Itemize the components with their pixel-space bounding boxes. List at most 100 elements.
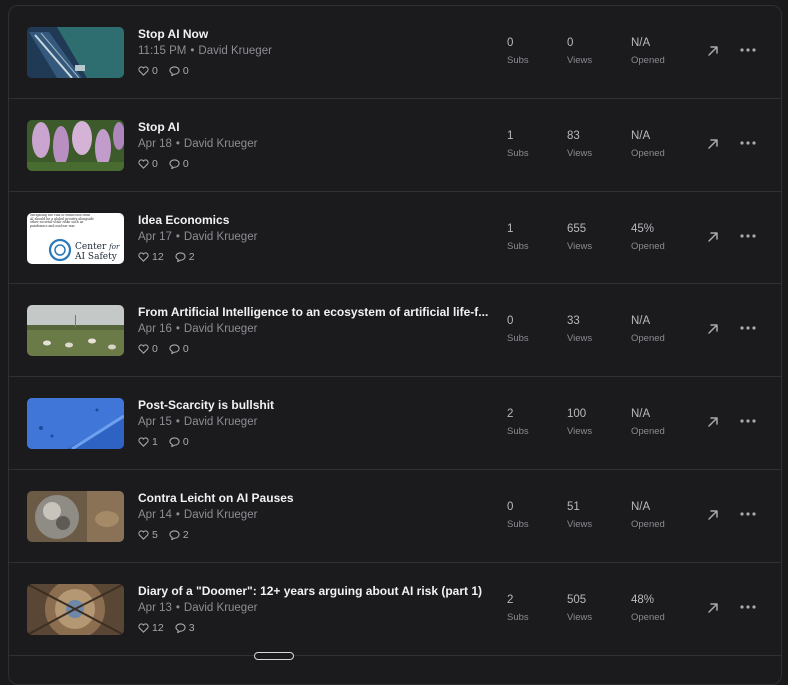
post-engagement: 0 0 — [138, 343, 200, 355]
subs-count: 0 — [507, 37, 514, 49]
post-title[interactable]: Stop AI — [138, 120, 498, 134]
views-count: 505 — [567, 593, 587, 606]
like-count: 1 — [152, 436, 158, 449]
external-link-icon[interactable] — [706, 137, 720, 151]
views-stat: 0 Views — [567, 37, 627, 66]
comment-icon — [169, 66, 180, 76]
post-engagement: 12 2 — [138, 251, 206, 263]
views-label: Views — [567, 611, 593, 623]
external-link-icon[interactable] — [706, 230, 720, 244]
subs-stat: 2 Subs — [507, 594, 567, 623]
post-title[interactable]: Idea Economics — [138, 213, 498, 227]
post-thumbnail[interactable]: Mitigating the risk of extinction from A… — [27, 212, 124, 264]
post-thumbnail[interactable] — [27, 305, 124, 357]
comment-count: 2 — [188, 250, 195, 263]
post-meta: Apr 16 • David Krueger — [138, 323, 257, 335]
comment-icon — [169, 159, 180, 169]
post-row[interactable]: From Artificial Intelligence to an ecosy… — [9, 284, 781, 378]
subs-stat: 1 Subs — [507, 223, 567, 252]
scroll-handle[interactable] — [254, 652, 294, 660]
posts-panel: Stop AI Now 11:15 PM • David Krueger 0 0 0… — [8, 5, 782, 685]
views-stat: 100 Views — [567, 408, 627, 437]
like-count: 5 — [152, 528, 158, 541]
post-row[interactable]: Stop AI Apr 18 • David Krueger 0 0 1 Subs 8… — [9, 99, 781, 192]
cais-statement-text: Mitigating the risk of extinction from A… — [30, 213, 94, 228]
like-count: 12 — [152, 250, 164, 263]
post-meta: Apr 17 • David Krueger — [138, 231, 257, 243]
more-icon[interactable] — [739, 414, 757, 428]
post-row[interactable]: Diary of a "Doomer": 12+ years arguing a… — [9, 563, 781, 656]
heart-icon — [138, 623, 149, 633]
more-icon[interactable] — [739, 321, 757, 335]
views-count: 33 — [567, 315, 580, 328]
comment-icon — [175, 251, 186, 262]
comment-count: 0 — [182, 65, 189, 77]
post-title[interactable]: Post-Scarcity is bullshit — [138, 398, 498, 412]
subs-label: Subs — [507, 426, 529, 438]
heart-icon — [138, 159, 149, 169]
post-thumbnail[interactable] — [27, 398, 124, 450]
post-row[interactable]: Mitigating the risk of extinction from A… — [9, 192, 781, 285]
post-date: 11:15 PM — [138, 45, 187, 57]
views-label: Views — [567, 426, 593, 438]
post-title[interactable]: From Artificial Intelligence to an ecosy… — [138, 305, 498, 319]
post-thumbnail[interactable] — [27, 583, 124, 635]
post-date: Apr 14 — [138, 508, 172, 521]
opened-label: Opened — [631, 147, 665, 159]
post-row[interactable]: Post-Scarcity is bullshit Apr 15 • David K… — [9, 377, 781, 470]
post-engagement: 1 0 — [138, 436, 200, 448]
subs-stat: 0 Subs — [507, 501, 567, 530]
opened-stat: N/A Opened — [631, 130, 691, 159]
opened-rate: N/A — [631, 408, 651, 421]
subs-count: 2 — [507, 593, 514, 606]
views-count: 51 — [567, 500, 580, 513]
comment-count: 2 — [182, 528, 189, 541]
views-label: Views — [567, 55, 593, 66]
views-count: 655 — [567, 222, 587, 235]
opened-label: Opened — [631, 426, 665, 438]
external-link-icon[interactable] — [706, 44, 720, 58]
more-icon[interactable] — [739, 507, 757, 521]
post-title[interactable]: Diary of a "Doomer": 12+ years arguing a… — [138, 584, 498, 598]
post-row[interactable]: Stop AI Now 11:15 PM • David Krueger 0 0 0… — [9, 6, 781, 99]
opened-rate: 48% — [631, 593, 655, 606]
comment-icon — [169, 344, 180, 355]
post-row[interactable]: Contra Leicht on AI Pauses Apr 14 • David … — [9, 470, 781, 563]
post-title[interactable]: Stop AI Now — [138, 27, 498, 41]
svg-text:AI Safety: AI Safety — [74, 252, 118, 262]
opened-rate: 45% — [631, 222, 655, 235]
more-icon[interactable] — [739, 136, 757, 150]
post-date: Apr 16 — [138, 323, 172, 336]
opened-stat: 45% Opened — [631, 223, 691, 252]
post-thumbnail[interactable] — [27, 27, 124, 78]
subs-label: Subs — [507, 240, 529, 252]
comment-count: 3 — [188, 621, 195, 634]
external-link-icon[interactable] — [706, 415, 720, 429]
post-thumbnail[interactable] — [27, 490, 124, 542]
like-count: 0 — [152, 343, 158, 356]
post-title[interactable]: Contra Leicht on AI Pauses — [138, 491, 498, 505]
comment-icon — [175, 623, 186, 633]
comment-icon — [169, 530, 180, 540]
external-link-icon[interactable] — [706, 322, 720, 336]
subs-count: 0 — [507, 315, 514, 328]
meta-separator: • — [175, 601, 180, 614]
post-meta: Apr 18 • David Krueger — [138, 138, 257, 150]
like-count: 12 — [152, 621, 164, 634]
subs-label: Subs — [507, 55, 529, 66]
subs-stat: 2 Subs — [507, 408, 567, 437]
subs-stat: 1 Subs — [507, 130, 567, 159]
more-icon[interactable] — [739, 229, 757, 243]
post-author: David Krueger — [183, 137, 258, 150]
post-date: Apr 17 — [138, 230, 172, 243]
views-count: 83 — [567, 129, 580, 142]
post-engagement: 0 0 — [138, 158, 200, 170]
post-thumbnail[interactable] — [27, 119, 124, 171]
more-icon[interactable] — [739, 600, 757, 614]
external-link-icon[interactable] — [706, 601, 720, 615]
opened-label: Opened — [631, 240, 665, 252]
more-icon[interactable] — [739, 43, 757, 57]
subs-label: Subs — [507, 333, 529, 345]
post-author: David Krueger — [183, 508, 258, 521]
external-link-icon[interactable] — [706, 508, 720, 522]
